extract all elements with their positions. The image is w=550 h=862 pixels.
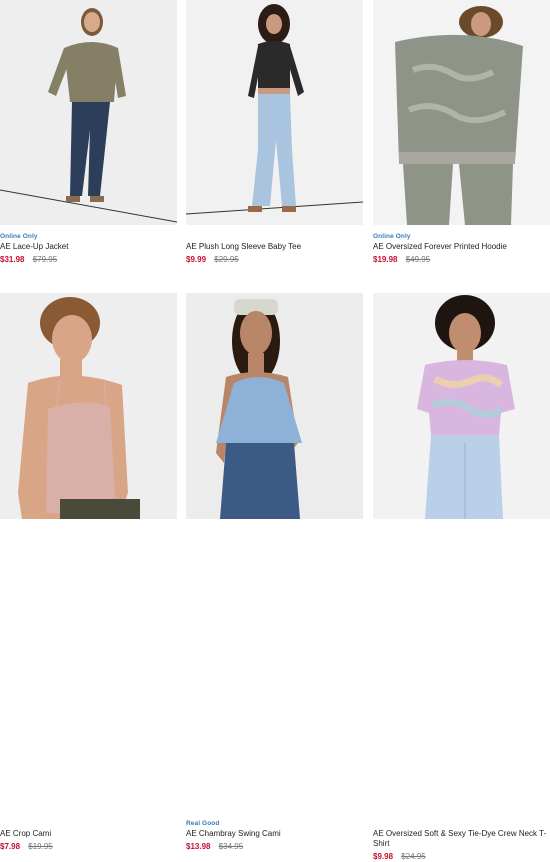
product-badge [0, 819, 177, 828]
original-price: $29.95 [214, 255, 239, 264]
original-price: $79.95 [32, 255, 58, 264]
product-image[interactable] [373, 0, 550, 225]
product-image[interactable] [0, 293, 177, 519]
sale-price: $9.99 [186, 255, 207, 264]
price-row: $9.98 $24.95 [373, 852, 550, 862]
price-row: $9.99 $29.95 [186, 255, 363, 265]
original-price: $24.95 [401, 852, 426, 861]
sale-price: $13.98 [186, 842, 211, 851]
product-badge: Online Only [373, 233, 411, 240]
product-image[interactable] [186, 293, 363, 519]
price-row: $31.98 $79.95 [0, 255, 177, 265]
sale-price: $7.98 [0, 842, 21, 851]
product-badge: Real Good [186, 820, 220, 827]
original-price: $19.95 [28, 842, 53, 851]
product-image[interactable] [0, 0, 177, 225]
sale-price: $19.98 [373, 255, 398, 264]
product-name[interactable]: AE Oversized Forever Printed Hoodie [373, 242, 550, 252]
original-price: $49.95 [405, 255, 431, 264]
price-row: $13.98 $34.95 [186, 842, 363, 852]
product-badge: Online Only [0, 233, 38, 240]
product-grid: Online Only AE Lace-Up Jacket $31.98 $79… [0, 0, 550, 861]
original-price: $34.95 [218, 842, 244, 851]
product-name[interactable]: AE Plush Long Sleeve Baby Tee [186, 242, 363, 252]
product-name[interactable]: AE Crop Cami [0, 829, 177, 839]
product-image[interactable] [373, 293, 550, 519]
product-name[interactable]: AE Oversized Soft & Sexy Tie-Dye Crew Ne… [373, 829, 550, 849]
sale-price: $9.98 [373, 852, 394, 861]
product-badge [373, 819, 550, 828]
sale-price: $31.98 [0, 255, 25, 264]
price-row: $7.98 $19.95 [0, 842, 177, 852]
product-badge [186, 232, 363, 241]
price-row: $19.98 $49.95 [373, 255, 550, 265]
product-name[interactable]: AE Chambray Swing Cami [186, 829, 363, 839]
product-image[interactable] [186, 0, 363, 225]
product-name[interactable]: AE Lace-Up Jacket [0, 242, 177, 252]
